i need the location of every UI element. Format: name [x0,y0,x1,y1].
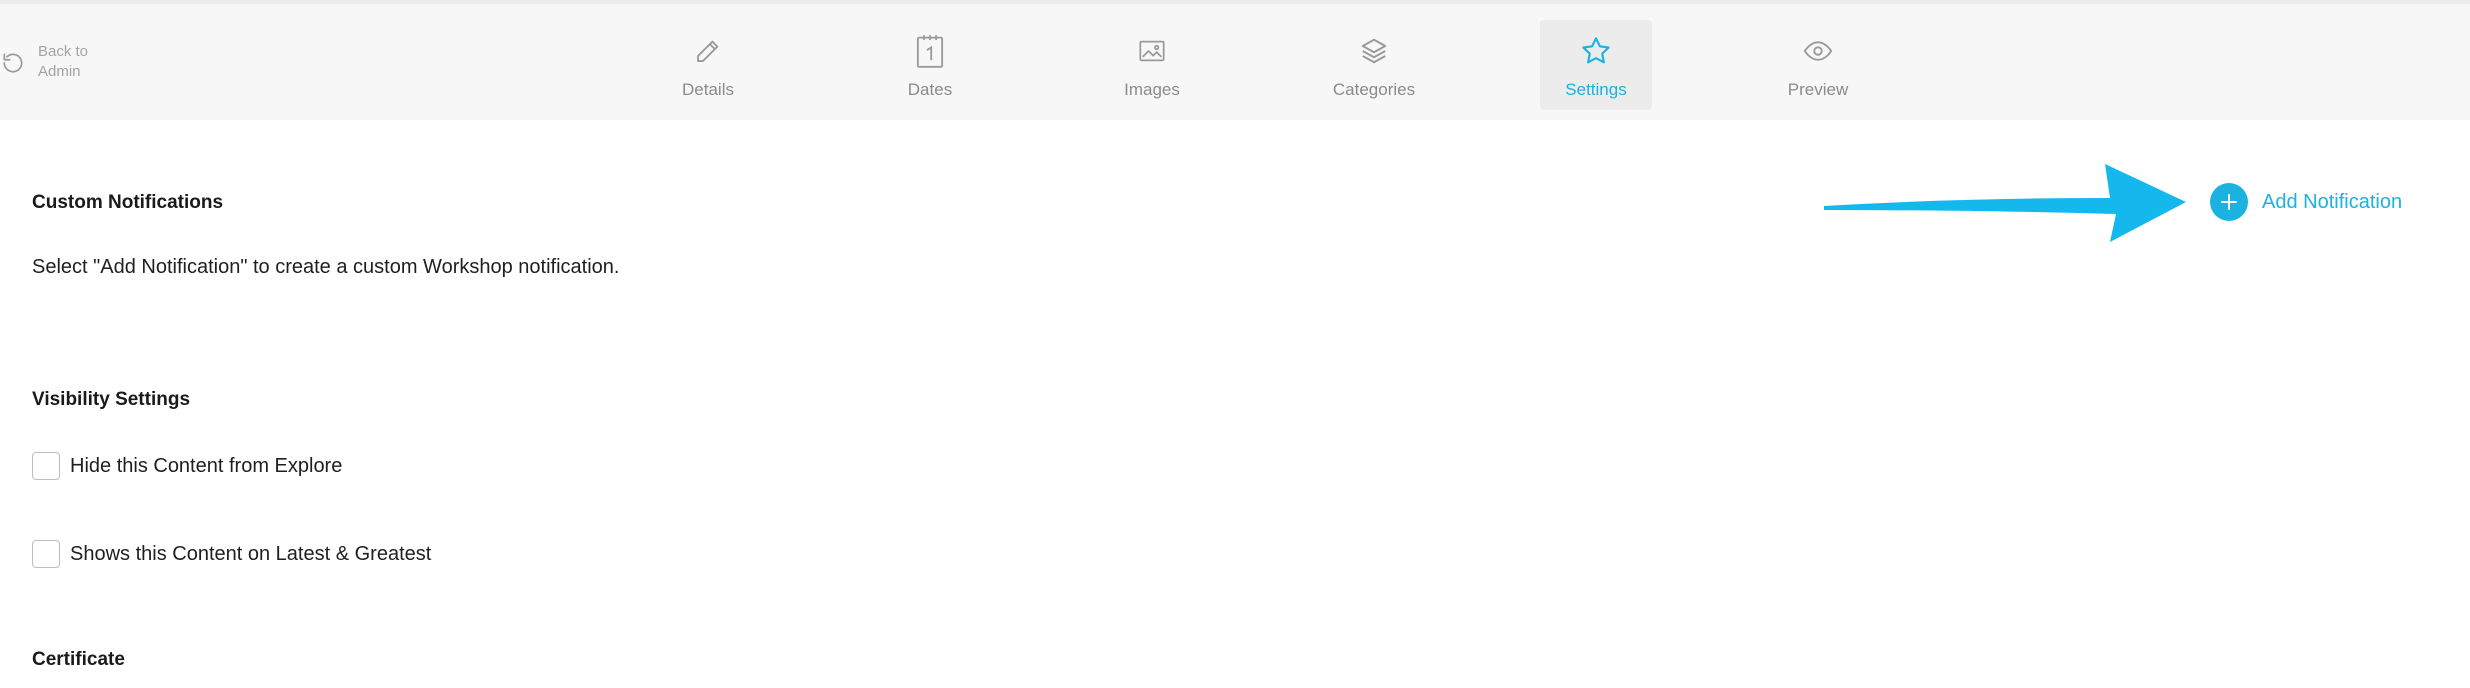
hide-from-explore-option[interactable]: Hide this Content from Explore [32,452,342,480]
tab-categories[interactable]: Categories [1318,20,1430,110]
custom-notifications-description: Select "Add Notification" to create a cu… [32,256,620,278]
tab-images-label: Images [1124,80,1180,99]
back-to-admin-button[interactable]: Back to Admin [0,38,98,88]
tab-details-label: Details [682,80,734,99]
add-notification-label: Add Notification [2262,190,2403,213]
calendar-icon [916,35,944,68]
show-on-latest-label: Shows this Content on Latest & Greatest [70,542,432,565]
show-on-latest-option[interactable]: Shows this Content on Latest & Greatest [32,540,431,568]
hide-from-explore-label: Hide this Content from Explore [70,454,343,477]
tab-details[interactable]: Details [652,20,764,110]
back-to-admin-label: Back to Admin [38,43,89,80]
tab-settings[interactable]: Settings [1540,20,1652,110]
tab-preview-label: Preview [1787,80,1849,99]
tab-dates-label: Dates [907,80,953,99]
tab-categories-label: Categories [1332,80,1416,99]
hide-from-explore-checkbox[interactable] [32,452,60,480]
tab-preview[interactable]: Preview [1762,20,1874,110]
show-on-latest-checkbox[interactable] [32,540,60,568]
undo-icon [3,53,23,73]
pencil-icon [697,40,719,62]
top-navigation: Back to Admin Details Dates Images Categ… [0,0,2470,120]
tab-dates[interactable]: Dates [874,20,986,110]
custom-notifications-heading: Custom Notifications [32,192,224,213]
star-icon [1582,37,1610,64]
add-notification-button[interactable]: Add Notification [2210,183,2402,221]
plus-icon [2210,183,2248,221]
visibility-settings-heading: Visibility Settings [32,389,191,410]
layers-icon [1361,38,1387,64]
tab-images[interactable]: Images [1096,20,1208,110]
certificate-heading: Certificate [32,649,125,670]
eye-icon [1803,41,1833,61]
tab-settings-label: Settings [1565,80,1627,99]
image-icon [1139,40,1165,62]
pointer-arrow-icon [1824,164,2186,242]
